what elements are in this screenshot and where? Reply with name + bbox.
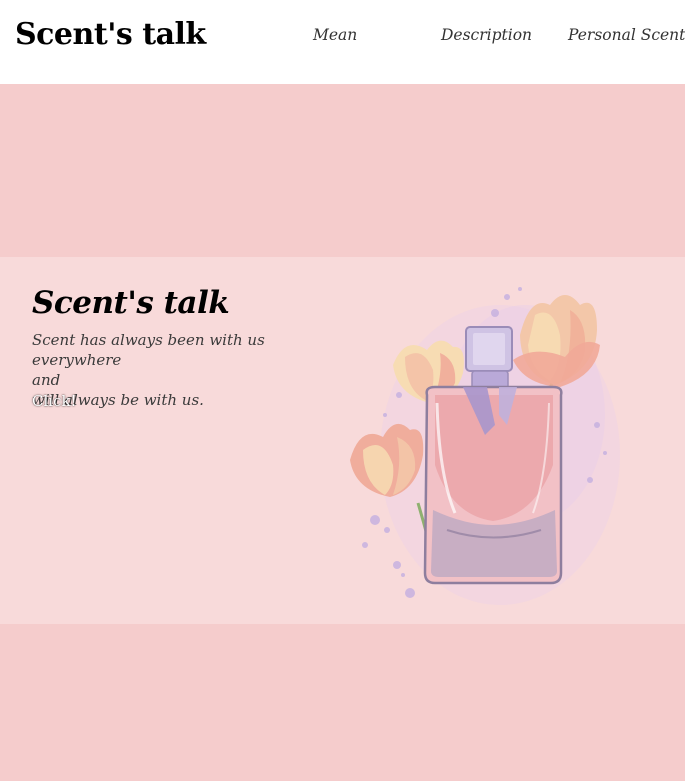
hero-description: Scent has always been with us everywhere… <box>32 330 352 410</box>
hero-description-line-2: and <box>32 371 61 389</box>
perfume-bottle-illustration <box>350 287 620 605</box>
hero-title: Scent's talk <box>32 285 230 321</box>
bottle-cap <box>465 326 513 392</box>
site-header: Scent's talk Mean Description Personal S… <box>0 0 685 84</box>
nav-link-personal-scent[interactable]: Personal Scent <box>568 26 685 44</box>
nav-link-description[interactable]: Description <box>441 26 532 44</box>
hero-description-line-1: Scent has always been with us everywhere <box>32 331 265 369</box>
click-link[interactable]: Click! <box>32 392 77 410</box>
site-logo[interactable]: Scent's talk <box>15 17 206 52</box>
hero-description-line-3: will always be with us. <box>32 391 204 409</box>
top-band <box>0 84 685 257</box>
bottom-band <box>0 624 685 781</box>
hero-section: Scent's talk Scent has always been with … <box>0 257 685 624</box>
nav-link-mean[interactable]: Mean <box>313 26 357 44</box>
